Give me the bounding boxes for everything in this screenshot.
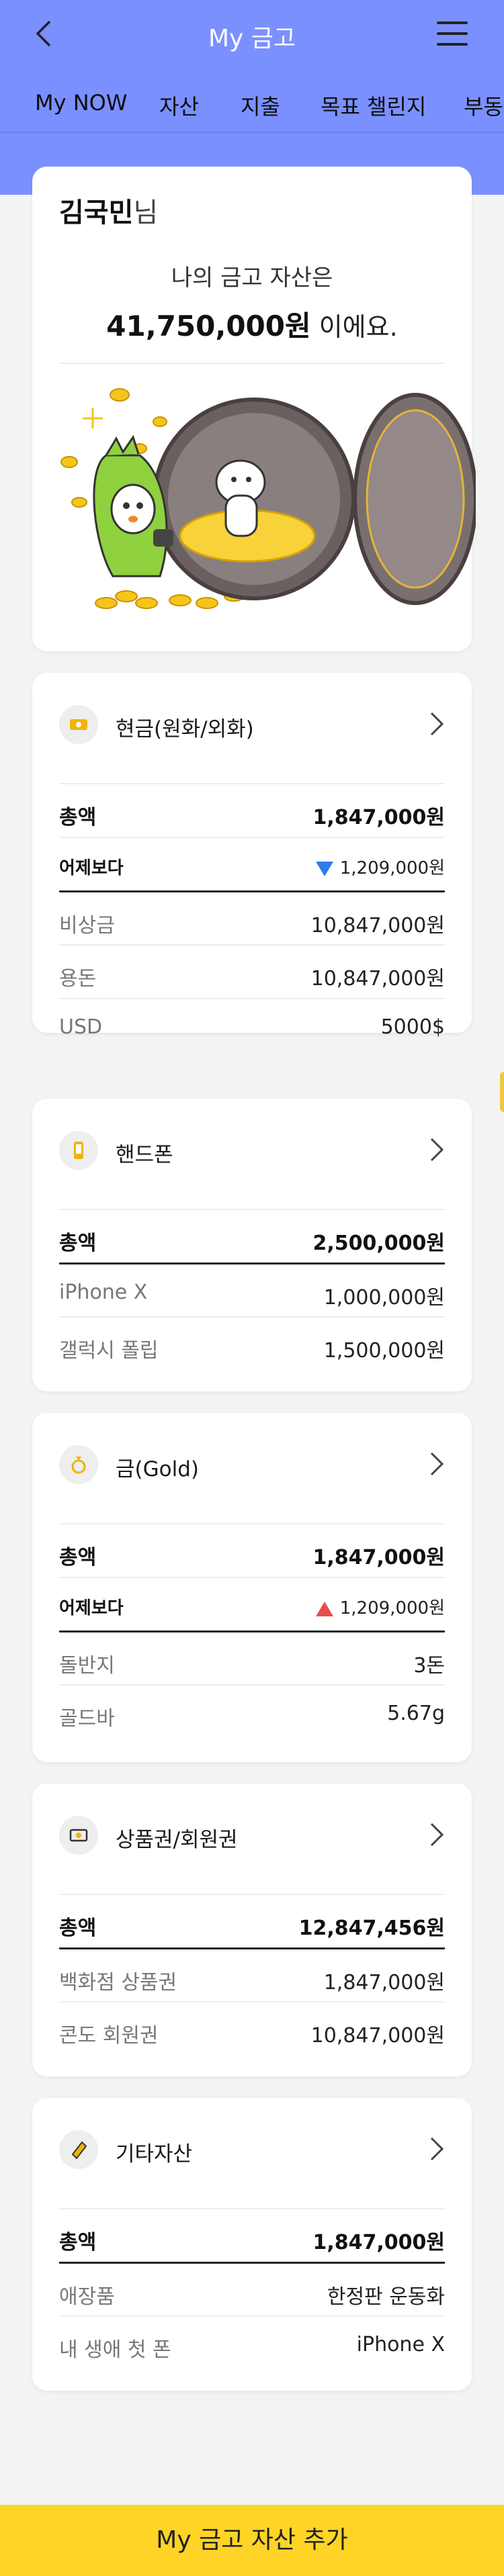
total-row: 총액 1,847,000원 [59,783,445,837]
list-item[interactable]: 백화점 상품권 1,847,000원 [59,1947,445,2001]
tab-my-now[interactable]: My NOW [35,90,127,116]
section-header[interactable]: 상품권/회원권 [59,1784,445,1884]
ring-icon [59,1445,98,1484]
asset-card-phone: 핸드폰 총액 2,500,000원 iPhone X 1,000,000원 갤럭… [32,1099,472,1391]
compare-row: 어제보다 1,209,000원 [59,837,445,890]
section-header[interactable]: 현금(원화/외화) [59,673,445,774]
page-title: My 금고 [208,25,296,52]
voucher-icon [59,1816,98,1855]
total-row: 총액 12,847,456원 [59,1894,445,1947]
tab-assets[interactable]: 자산 [159,90,199,121]
asset-card-voucher: 상품권/회원권 총액 12,847,456원 백화점 상품권 1,847,000… [32,1784,472,2076]
list-item[interactable]: 비상금 10,847,000원 [59,890,445,944]
section-title: 핸드폰 [116,1143,173,1167]
tab-goal-challenge[interactable]: 목표 챌린지 [321,90,426,121]
top-bar: My 금고 [0,0,504,67]
asset-card-other: 기타자산 총액 1,847,000원 애장품 한정판 운동화 내 생애 첫 폰 … [32,2098,472,2391]
divider [59,363,445,364]
cash-icon [59,705,98,744]
section-header[interactable]: 핸드폰 [59,1099,445,1199]
hamburger-icon [437,21,468,24]
section-title: 현금(원화/외화) [116,717,254,741]
chevron-right-icon[interactable] [429,710,445,737]
total-row: 총액 1,847,000원 [59,1523,445,1577]
list-item[interactable]: 갤럭시 폴립 1,500,000원 [59,1316,445,1370]
phone-icon [59,1131,98,1170]
ticket-icon [59,2130,98,2169]
asset-card-cash: 현금(원화/외화) 총액 1,847,000원 어제보다 1,209,000원 … [32,673,472,1039]
section-title: 금(Gold) [116,1457,199,1481]
asset-card-gold: 금(Gold) 총액 1,847,000원 어제보다 1,209,000원 돌반… [32,1413,472,1762]
summary-card: 김국민님 나의 금고 자산은 41,750,000원 이에요. [32,167,476,651]
down-triangle-icon [315,861,333,876]
section-header[interactable]: 금(Gold) [59,1413,445,1514]
chevron-right-icon[interactable] [429,1451,445,1477]
list-item[interactable]: 콘도 회원권 10,847,000원 [59,2001,445,2055]
side-handle[interactable] [500,1072,504,1112]
safe-characters-illustration [60,388,476,609]
user-name: 김국민님 [59,197,159,228]
tab-bar: My NOW 자산 지출 목표 챌린지 부동산 [0,79,504,133]
asset-total: 41,750,000원 이에요. [106,310,398,342]
tab-spending[interactable]: 지출 [241,90,280,121]
chevron-right-icon[interactable] [429,1136,445,1163]
section-header[interactable]: 기타자산 [59,2098,445,2199]
section-title: 상품권/회원권 [116,1828,238,1852]
menu-button[interactable] [437,20,468,47]
asset-caption: 나의 금고 자산은 [171,265,333,291]
compare-row: 어제보다 1,209,000원 [59,1577,445,1630]
list-item[interactable]: 애장품 한정판 운동화 [59,2262,445,2315]
list-item[interactable]: 내 생애 첫 폰 iPhone X [59,2315,445,2369]
list-item[interactable]: 돌반지 3돈 [59,1630,445,1684]
list-item[interactable]: USD 5000$ [59,998,445,1039]
section-title: 기타자산 [116,2142,193,2166]
total-row: 총액 2,500,000원 [59,1209,445,1262]
add-asset-button[interactable]: My 금고 자산 추가 [0,2505,504,2576]
chevron-right-icon[interactable] [429,2135,445,2162]
up-triangle-icon [315,1601,333,1616]
list-item[interactable]: 용돈 10,847,000원 [59,944,445,998]
list-item[interactable]: iPhone X 1,000,000원 [59,1262,445,1316]
tab-real-estate[interactable]: 부동산 [464,90,504,121]
total-row: 총액 1,847,000원 [59,2208,445,2262]
list-item[interactable]: 골드바 5.67g [59,1684,445,1738]
chevron-right-icon[interactable] [429,1821,445,1848]
